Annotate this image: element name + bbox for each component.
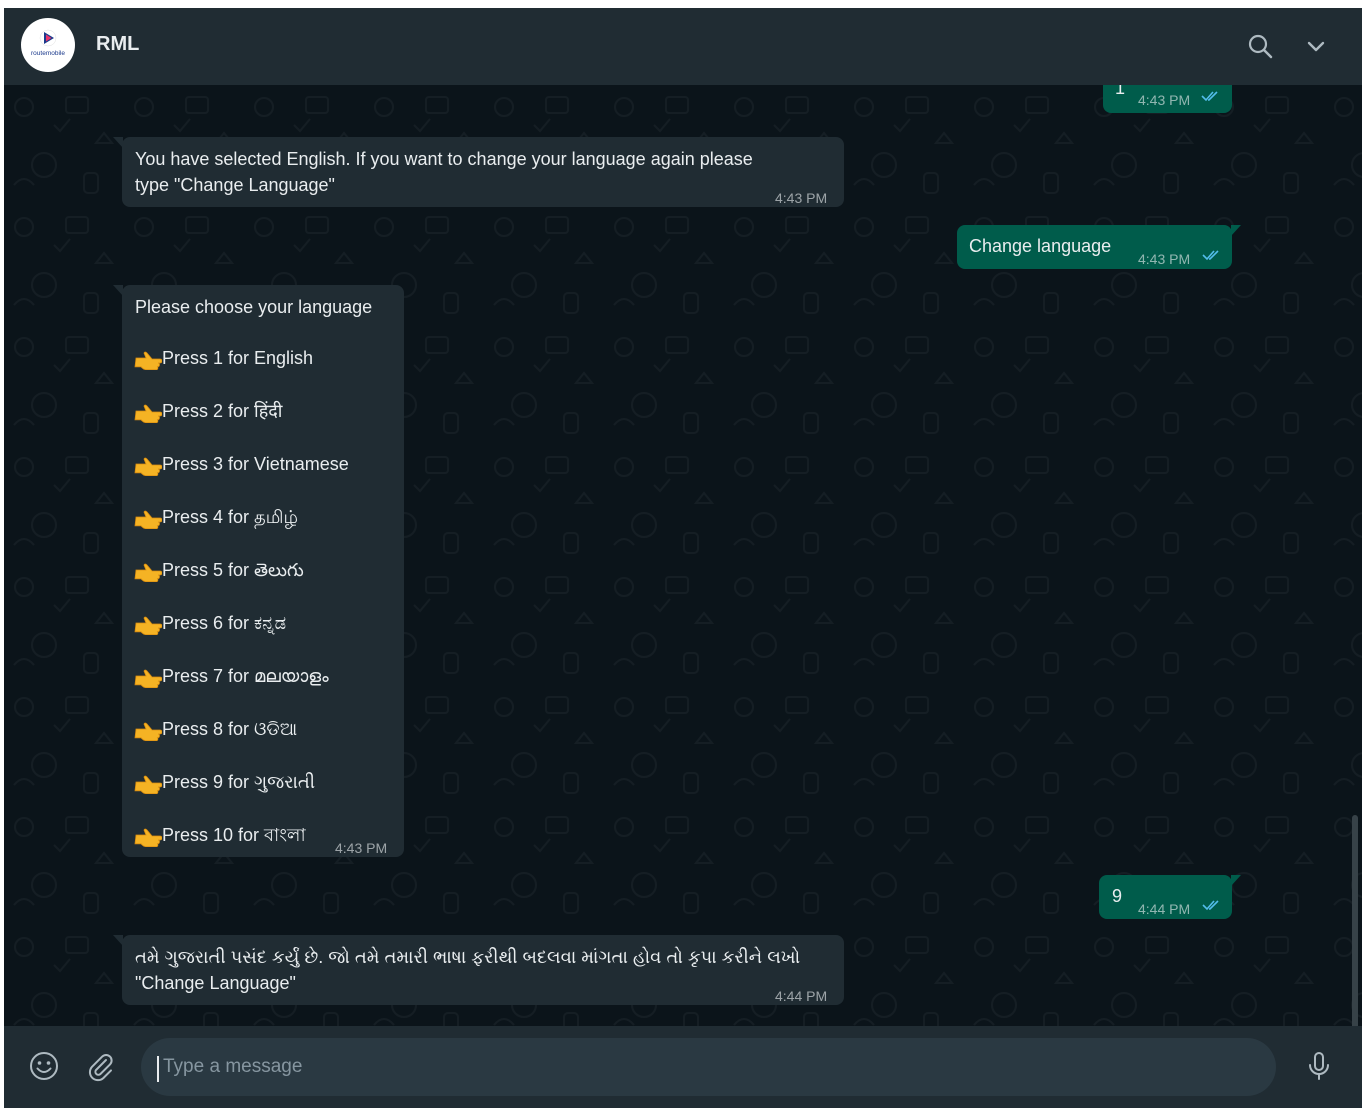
message-time: 4:44 PM bbox=[775, 988, 828, 1004]
language-option: Press 3 for Vietnamese bbox=[134, 451, 349, 477]
language-option-label: Press 2 for हिंदी bbox=[162, 401, 283, 421]
language-option-label: Press 10 for বাংলা bbox=[162, 825, 306, 845]
pointing-hand-icon bbox=[134, 828, 162, 848]
message-outgoing[interactable]: Change language 4:43 PM bbox=[957, 225, 1241, 269]
pointing-hand-icon bbox=[134, 457, 162, 477]
smiley-icon[interactable] bbox=[26, 1048, 62, 1084]
message-list[interactable]: 1 4:43 PM You have selected English. If … bbox=[4, 85, 1362, 1026]
pointing-hand-icon bbox=[134, 510, 162, 530]
pointing-hand-icon bbox=[134, 669, 162, 689]
message-time: 4:43 PM bbox=[1138, 251, 1191, 267]
message-outgoing[interactable]: 9 4:44 PM bbox=[1099, 875, 1241, 919]
pointing-hand-icon bbox=[134, 722, 162, 742]
language-option: Press 10 for বাংলা bbox=[134, 822, 306, 848]
composer-bar bbox=[4, 1026, 1362, 1108]
routemobile-logo-icon: routemobile bbox=[31, 29, 65, 57]
language-option-label: Press 8 for ଓଡିଆ bbox=[162, 719, 298, 739]
chevron-down-icon[interactable] bbox=[1301, 32, 1331, 62]
avatar[interactable]: routemobile bbox=[21, 18, 75, 72]
language-option-label: Press 6 for ಕನ್ನಡ bbox=[162, 613, 287, 633]
message-text: 9 bbox=[1112, 886, 1123, 906]
message-input[interactable] bbox=[141, 1038, 1276, 1096]
message-incoming[interactable]: You have selected English. If you want t… bbox=[113, 137, 844, 207]
read-receipt-icon bbox=[1202, 900, 1219, 911]
language-option-label: Press 7 for മലയാളം bbox=[162, 666, 329, 686]
scrollbar-thumb[interactable] bbox=[1352, 815, 1358, 1026]
message-time: 4:44 PM bbox=[1138, 901, 1191, 917]
language-option: Press 5 for తెలుగు bbox=[134, 557, 304, 583]
message-outgoing[interactable]: 1 4:43 PM bbox=[1103, 85, 1232, 113]
pointing-hand-icon bbox=[134, 775, 162, 795]
language-option: Press 7 for മലയാളം bbox=[134, 663, 329, 689]
message-text-line: "Change Language" bbox=[135, 973, 296, 993]
message-incoming-language-menu[interactable]: Please choose your language 4:43 PM Pres… bbox=[113, 285, 404, 857]
logo-text: routemobile bbox=[31, 50, 65, 57]
language-option-label: Press 4 for தமிழ் bbox=[162, 507, 298, 527]
language-option: Press 9 for ગુજરાતી bbox=[134, 769, 315, 795]
pointing-hand-icon bbox=[134, 616, 162, 636]
language-option-label: Press 9 for ગુજરાતી bbox=[162, 772, 315, 792]
language-option: Press 8 for ଓଡିଆ bbox=[134, 716, 297, 742]
message-incoming[interactable]: તમે ગુજરાતી પસંદ કર્યું છે. જો તમે તમારી… bbox=[113, 935, 844, 1005]
language-option-label: Press 5 for తెలుగు bbox=[162, 560, 304, 580]
message-text-line: You have selected English. If you want t… bbox=[135, 149, 753, 169]
chat-header: routemobile RML bbox=[4, 8, 1362, 85]
message-text-line: તમે ગુજરાતી પસંદ કર્યું છે. જો તમે તમારી… bbox=[135, 947, 801, 967]
read-receipt-icon bbox=[1202, 250, 1219, 261]
language-option-label: Press 3 for Vietnamese bbox=[162, 454, 349, 474]
read-receipt-icon bbox=[1201, 91, 1218, 102]
whatsapp-window: routemobile RML 1 4:43 PM You have selec… bbox=[4, 8, 1362, 1108]
pointing-hand-icon bbox=[134, 563, 162, 583]
message-text: Change language bbox=[969, 236, 1112, 256]
message-time: 4:43 PM bbox=[335, 840, 388, 856]
message-time: 4:43 PM bbox=[775, 190, 828, 206]
language-option: Press 1 for English bbox=[134, 345, 313, 371]
language-option: Press 6 for ಕನ್ನಡ bbox=[134, 610, 286, 636]
pointing-hand-icon bbox=[134, 351, 162, 371]
paperclip-icon[interactable] bbox=[82, 1048, 118, 1084]
microphone-icon[interactable] bbox=[1301, 1048, 1337, 1084]
pointing-hand-icon bbox=[134, 404, 162, 424]
message-time: 4:43 PM bbox=[1138, 92, 1191, 108]
language-option: Press 4 for தமிழ் bbox=[134, 504, 298, 530]
message-text: 1 bbox=[1115, 85, 1126, 98]
message-text-line: type "Change Language" bbox=[135, 175, 335, 195]
language-option-label: Press 1 for English bbox=[162, 348, 314, 368]
language-option: Press 2 for हिंदी bbox=[134, 398, 282, 424]
text-caret bbox=[157, 1056, 159, 1082]
search-icon[interactable] bbox=[1246, 32, 1276, 62]
contact-name[interactable]: RML bbox=[96, 33, 139, 56]
message-title: Please choose your language bbox=[135, 297, 373, 317]
